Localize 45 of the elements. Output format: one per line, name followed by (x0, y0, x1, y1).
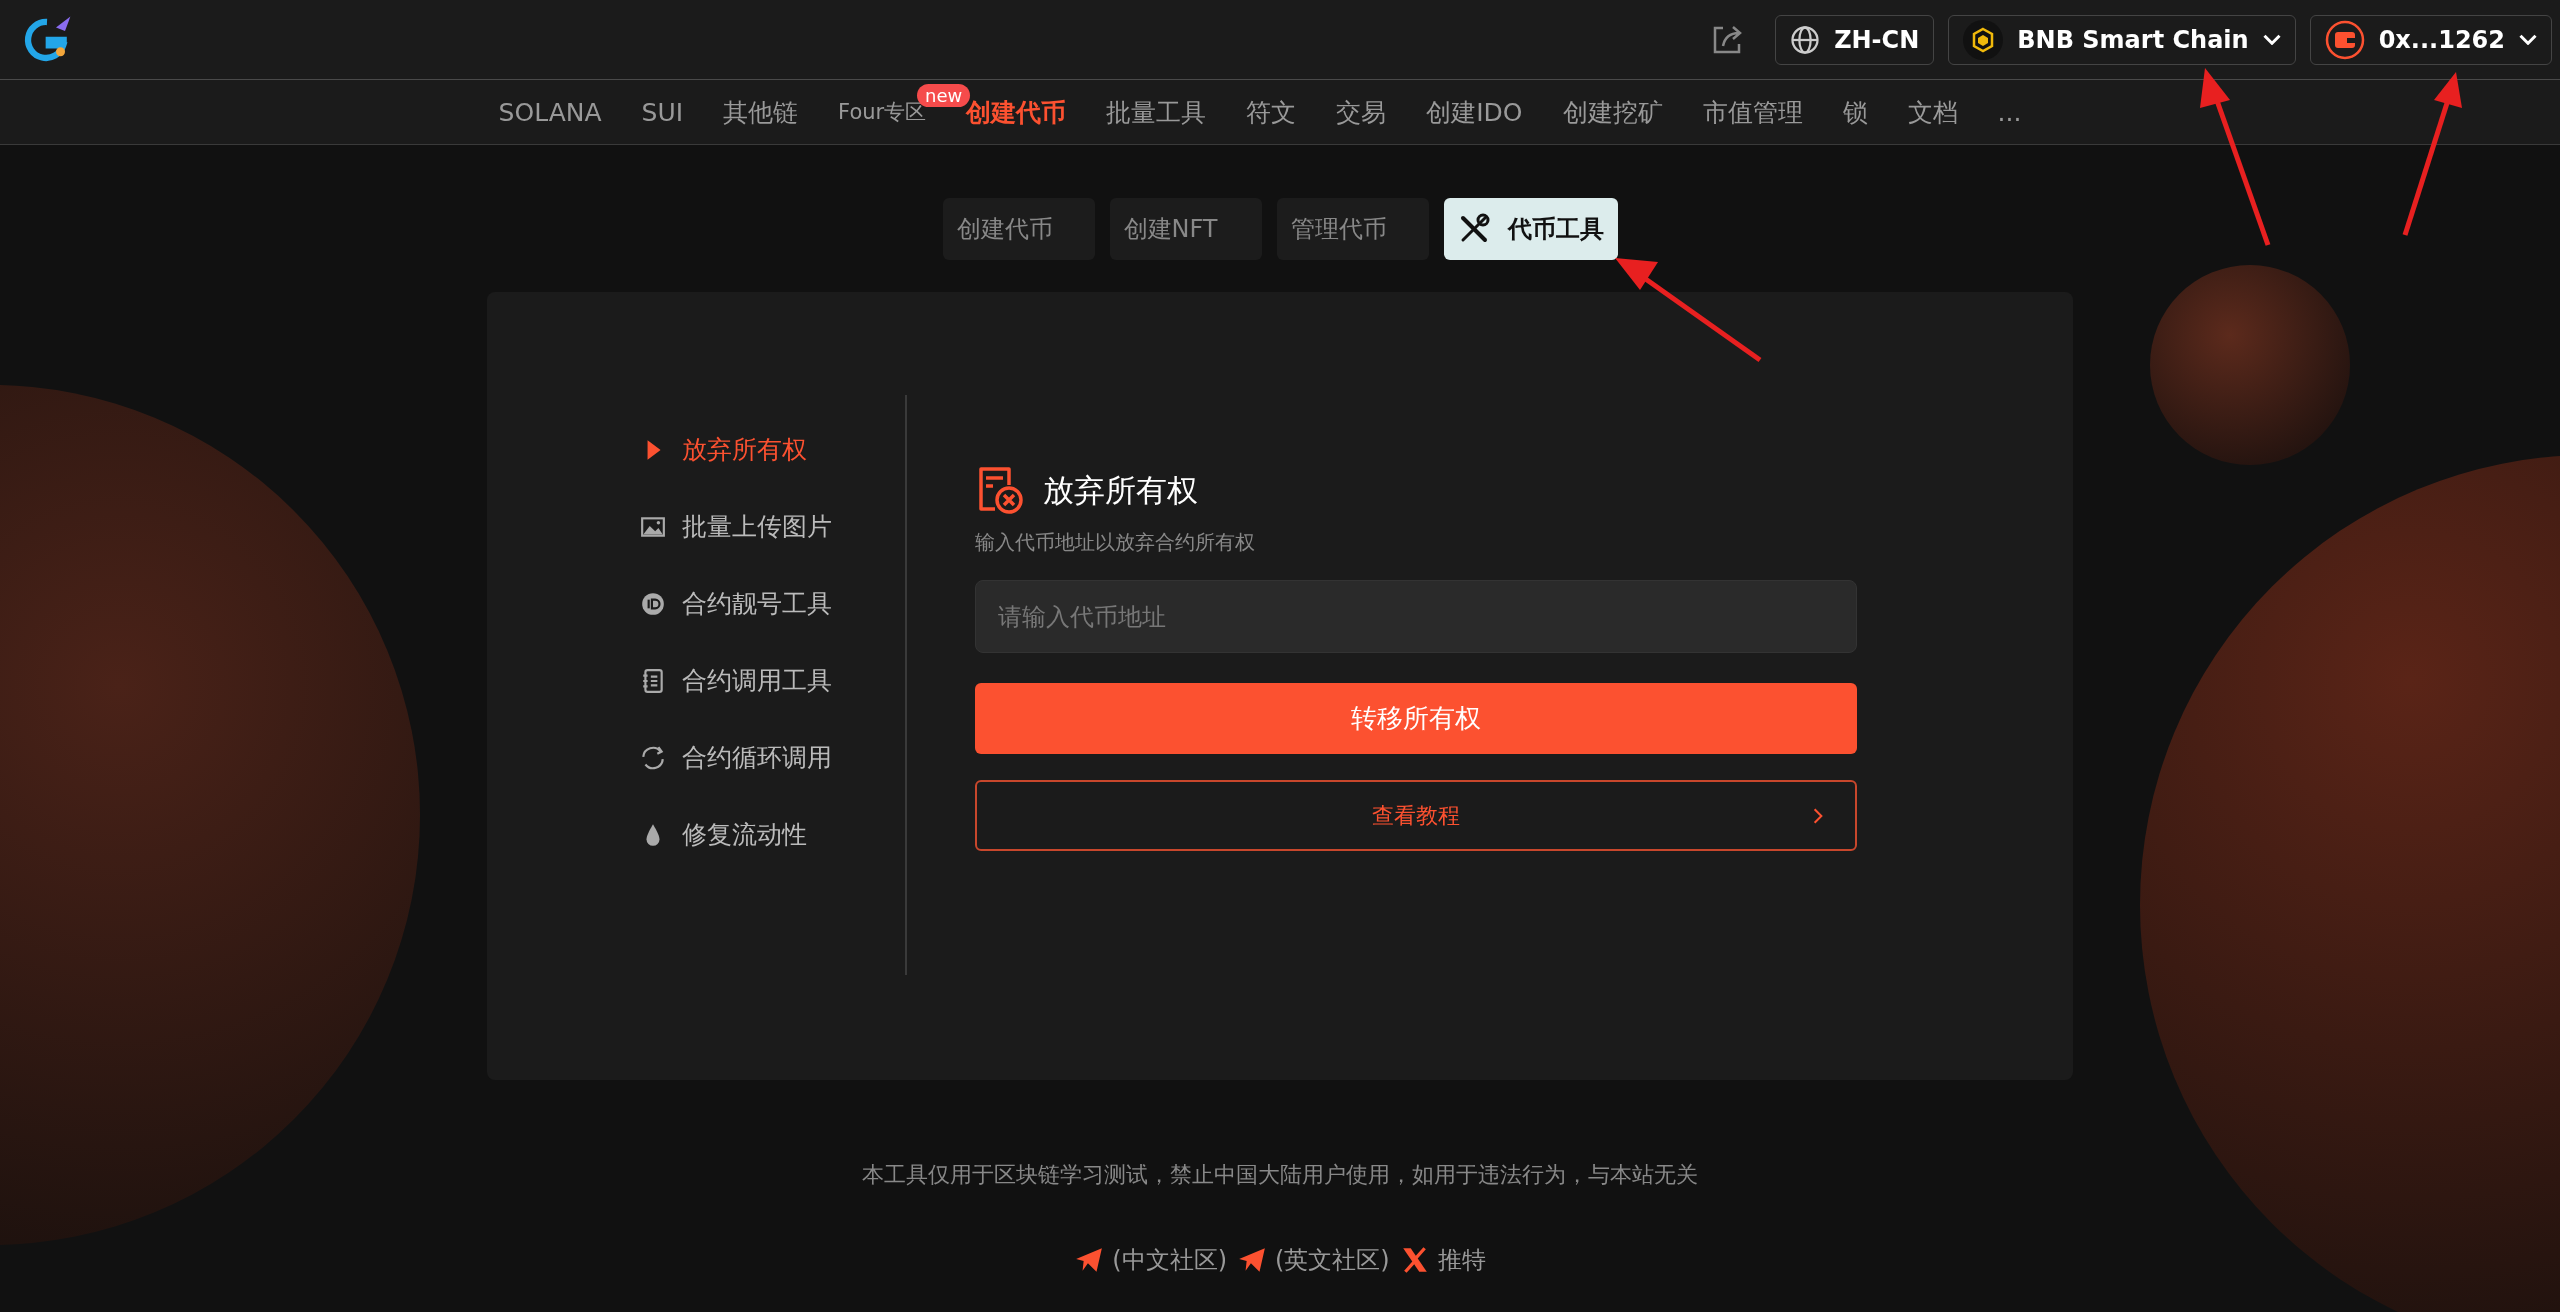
nav-link[interactable]: 交易 (1336, 95, 1387, 129)
chevron-down-icon (2519, 34, 2537, 45)
wallet-icon (2324, 19, 2365, 60)
refresh-icon (640, 744, 666, 771)
nav-link[interactable]: 批量工具 (1106, 95, 1207, 129)
sidebar-item[interactable]: 修复流动性 (640, 818, 905, 851)
sidebar-item[interactable]: 批量上传图片 (640, 510, 905, 543)
panel-subtitle: 输入代币地址以放弃合约所有权 (975, 529, 1256, 556)
notebook-icon (640, 667, 666, 694)
nav-link[interactable]: 创建挖矿 (1562, 95, 1663, 129)
tab[interactable]: 创建代币 (942, 198, 1095, 260)
panel-title: 放弃所有权 (1043, 471, 1198, 510)
coin-icon (1963, 19, 2004, 60)
sidebar-item[interactable]: 放弃所有权 (640, 433, 905, 466)
community-link[interactable]: (中文社区) (1074, 1244, 1227, 1276)
globe-icon (1790, 24, 1821, 55)
nav-link[interactable]: SUI (641, 97, 684, 127)
transfer-ownership-button[interactable]: 转移所有权 (975, 683, 1857, 754)
tab[interactable]: 创建NFT (1109, 198, 1262, 260)
nav-link[interactable]: 锁 (1842, 95, 1868, 129)
network-button[interactable]: BNB Smart Chain (1948, 14, 2296, 65)
sidebar-item[interactable]: 合约靓号工具 (640, 587, 905, 620)
community-link[interactable]: 推特 (1399, 1244, 1486, 1276)
chevron-right-icon (1811, 806, 1825, 825)
community-link[interactable]: (英文社区) (1237, 1244, 1390, 1276)
nav-link[interactable]: 市值管理 (1702, 95, 1803, 129)
nav-link[interactable]: SOLANA (498, 97, 602, 127)
chevron-down-icon (2262, 34, 2281, 45)
nav-link[interactable]: 创建IDO (1426, 95, 1523, 129)
sidebar-item[interactable]: 合约循环调用 (640, 741, 905, 774)
address-field[interactable]: 请输入代币地址 (975, 580, 1857, 653)
tutorial-button[interactable]: 查看教程 (975, 780, 1857, 851)
paper-plane-icon (1237, 1245, 1267, 1275)
disclaimer-text: 本工具仅用于区块链学习测试，禁止中国大陆用户使用，如用于违法行为，与本站无关 (861, 1161, 1699, 1189)
paper-plane-icon (1074, 1245, 1105, 1275)
id-badge-icon (640, 590, 666, 617)
nav-link[interactable]: 其他链 (723, 95, 799, 129)
nav-link[interactable]: 符文 (1246, 95, 1297, 129)
sidebar-item[interactable]: 合约调用工具 (640, 664, 905, 697)
nav-link[interactable]: 文档 (1907, 95, 1958, 129)
language-button[interactable]: ZH-CN (1775, 14, 1935, 65)
tab[interactable]: 代币工具 (1443, 198, 1618, 260)
wallet-button[interactable]: 0x...1262 (2309, 14, 2552, 65)
nav-link[interactable]: ... (1997, 97, 2022, 127)
tab[interactable]: 管理代币 (1276, 198, 1429, 260)
